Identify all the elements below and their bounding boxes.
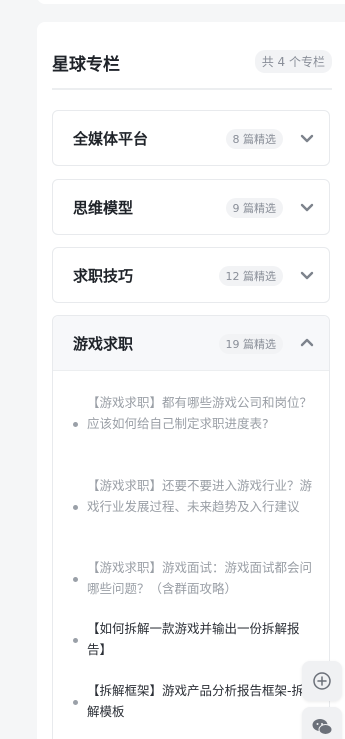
chevron-down-icon[interactable] <box>299 268 315 284</box>
article-title: 【拆解框架】游戏产品分析报告框架-拆解模板 <box>87 683 305 719</box>
category-thinking-models[interactable]: 思维模型 9 篇精选 <box>52 179 330 235</box>
chevron-down-icon[interactable] <box>299 200 315 216</box>
wechat-button[interactable] <box>302 707 342 739</box>
article-link[interactable]: 【拆解框架】游戏产品分析报告框架-拆解模板 <box>73 680 313 722</box>
section-title: 星球专栏 <box>52 55 120 75</box>
category-count-badge: 12 篇精选 <box>218 266 283 286</box>
category-count-badge: 8 篇精选 <box>225 129 283 149</box>
bullet-dot <box>73 505 78 510</box>
category-name: 求职技巧 <box>73 267 134 285</box>
previous-card <box>37 0 345 4</box>
add-button[interactable] <box>302 661 342 701</box>
bullet-dot <box>73 638 78 643</box>
category-count-badge: 9 篇精选 <box>225 198 283 218</box>
article-link[interactable]: 【游戏求职】还要不要进入游戏行业？游戏行业发展过程、未来趋势及入行建议 <box>73 475 313 517</box>
chevron-up-icon[interactable] <box>299 334 315 350</box>
article-link[interactable]: 【游戏求职】都有哪些游戏公司和岗位？应该如何给自己制定求职进度表? <box>73 392 313 434</box>
article-link[interactable]: 【游戏求职】游戏面试：游戏面试都会问哪些问题？（含群面攻略） <box>73 557 313 599</box>
category-name: 游戏求职 <box>73 335 134 353</box>
plus-circle-icon <box>313 672 331 690</box>
section-header: 星球专栏 共 4 个专栏 <box>52 44 332 90</box>
page: 星球专栏 共 4 个专栏 全媒体平台 8 篇精选 思维模型 9 篇精选 求职技巧… <box>0 0 345 739</box>
category-header[interactable]: 游戏求职 19 篇精选 <box>53 316 329 371</box>
category-count-badge: 19 篇精选 <box>218 334 283 354</box>
bullet-dot <box>73 700 78 705</box>
bullet-dot <box>73 422 78 427</box>
article-title: 【如何拆解一款游戏并输出一份拆解报告】 <box>87 621 300 657</box>
article-title: 【游戏求职】游戏面试：游戏面试都会问哪些问题？（含群面攻略） <box>87 560 313 596</box>
article-title: 【游戏求职】都有哪些游戏公司和岗位？应该如何给自己制定求职进度表? <box>87 395 313 431</box>
bullet-dot <box>73 577 78 582</box>
category-job-skills[interactable]: 求职技巧 12 篇精选 <box>52 247 330 303</box>
category-media-platform[interactable]: 全媒体平台 8 篇精选 <box>52 110 330 166</box>
section-count-badge: 共 4 个专栏 <box>254 50 332 73</box>
chevron-down-icon[interactable] <box>299 131 315 147</box>
category-game-jobs: 游戏求职 19 篇精选 【游戏求职】都有哪些游戏公司和岗位？应该如何给自己制定求… <box>52 315 330 739</box>
article-link[interactable]: 【如何拆解一款游戏并输出一份拆解报告】 <box>73 618 313 660</box>
article-title: 【游戏求职】还要不要进入游戏行业？游戏行业发展过程、未来趋势及入行建议 <box>87 478 313 514</box>
category-name: 思维模型 <box>73 199 134 217</box>
category-name: 全媒体平台 <box>73 130 149 148</box>
wechat-icon <box>312 719 333 735</box>
